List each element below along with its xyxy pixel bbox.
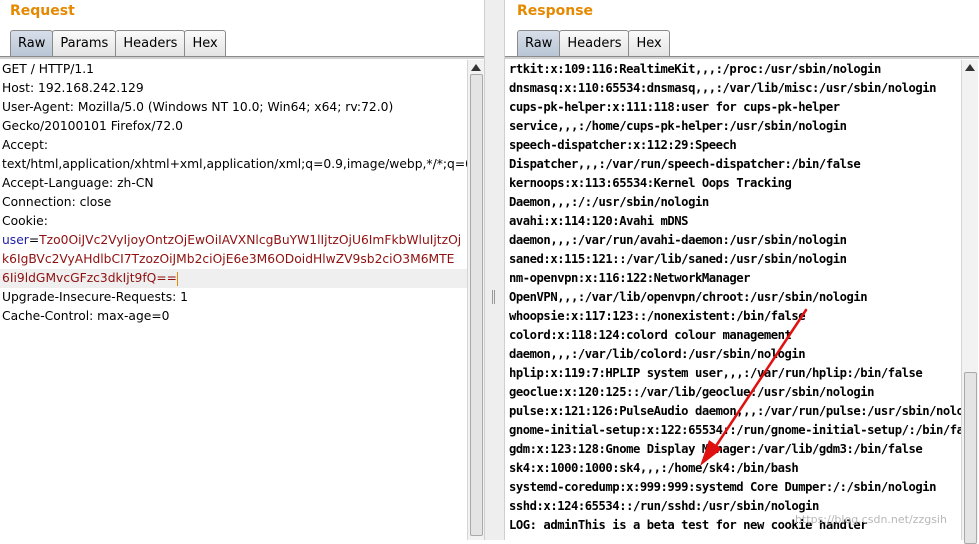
response-scrollbar[interactable] [961,60,978,544]
request-line: Host: 192.168.242.129 [2,81,144,95]
request-tab-hex[interactable]: Hex [184,30,226,56]
tab-divider [505,56,979,59]
response-line: Dispatcher,,,:/var/run/speech-dispatcher… [509,157,861,171]
response-line: nm-openvpn:x:116:122:NetworkManager [509,271,751,285]
scroll-up-icon[interactable] [965,64,975,71]
request-line: Cookie: [2,214,48,228]
response-line: rtkit:x:109:116:RealtimeKit,,,:/proc:/us… [509,62,881,76]
response-line: cups-pk-helper:x:111:118:user for cups-p… [509,100,840,114]
split-grip-icon[interactable] [492,290,495,304]
tab-divider [0,56,484,59]
request-line: Connection: close [2,195,112,209]
response-line: OpenVPN,,,:/var/lib/openvpn/chroot:/usr/… [509,290,868,304]
response-tab-headers[interactable]: Headers [559,30,630,56]
response-line: systemd-coredump:x:999:999:systemd Core … [509,480,937,494]
response-line: hplip:x:119:7:HPLIP system user,,,:/var/… [509,366,923,380]
response-editor[interactable]: rtkit:x:109:116:RealtimeKit,,,:/proc:/us… [505,60,961,540]
response-line: saned:x:115:121::/var/lib/saned:/usr/sbi… [509,252,847,266]
cookie-value: k6IgBVc2VyAHdlbCI7TzozOiJMb2ciOjE6e3M6OD… [2,252,455,266]
request-line: GET / HTTP/1.1 [2,62,94,76]
response-line: gnome-initial-setup:x:122:65534::/run/gn… [509,423,961,437]
response-line: service,,,:/home/cups-pk-helper:/usr/sbi… [509,119,847,133]
request-scrollbar[interactable] [467,60,484,540]
cookie-value: 6Ii9ldGMvcGFzc3dkIjt9fQ== [2,271,177,285]
response-line: daemon,,,:/var/run/avahi-daemon:/usr/sbi… [509,233,847,247]
cookie-line: k6IgBVc2VyAHdlbCI7TzozOiJMb2ciOjE6e3M6OD… [0,250,467,269]
response-line: avahi:x:114:120:Avahi mDNS [509,214,689,228]
request-line: Upgrade-Insecure-Requests: 1 [2,290,188,304]
request-tabs: Raw Params Headers Hex [10,30,226,57]
request-line: Cache-Control: max-age=0 [2,309,170,323]
response-line: geoclue:x:120:125::/var/lib/geoclue:/usr… [509,385,875,399]
watermark: https://blog.csdn.net/zzgsih [795,513,947,526]
request-pane: Request Raw Params Headers Hex GET / HTT… [0,0,484,540]
cookie-name: user [2,233,29,247]
split-divider[interactable] [484,0,505,540]
response-line: dnsmasq:x:110:65534:dnsmasq,,,:/var/lib/… [509,81,937,95]
response-line: Daemon,,,:/:/usr/sbin/nologin [509,195,709,209]
response-line: speech-dispatcher:x:112:29:Speech [509,138,737,152]
response-title: Response [517,3,594,19]
cookie-line-current: 6Ii9ldGMvcGFzc3dkIjt9fQ== [0,269,467,288]
request-tab-params[interactable]: Params [52,30,117,56]
response-tab-raw[interactable]: Raw [517,30,561,56]
response-line: pulse:x:121:126:PulseAudio daemon,,,:/va… [509,404,961,418]
cookie-line: user=Tzo0OiJVc2VyIjoyOntzOjEwOiIAVXNlcgB… [0,231,467,250]
text-caret [176,271,178,286]
response-line: daemon,,,:/var/lib/colord:/usr/sbin/nolo… [509,347,806,361]
request-line: text/html,application/xhtml+xml,applicat… [2,157,467,171]
response-scroll-thumb[interactable] [964,372,977,544]
request-title: Request [10,3,75,19]
cookie-equals: = [28,233,40,247]
request-line: Accept-Language: zh-CN [2,176,154,190]
request-editor[interactable]: GET / HTTP/1.1 Host: 192.168.242.129 Use… [0,60,467,540]
response-line: sk4:x:1000:1000:sk4,,,:/home/sk4:/bin/ba… [509,461,799,475]
response-line: whoopsie:x:117:123::/nonexistent:/bin/fa… [509,309,806,323]
response-pane: Response Raw Headers Hex rtkit:x:109:116… [505,0,979,544]
request-line: Accept: [2,138,49,152]
response-line: gdm:x:123:128:Gnome Display Manager:/var… [509,442,923,456]
request-scroll-thumb[interactable] [470,74,483,536]
request-line: User-Agent: Mozilla/5.0 (Windows NT 10.0… [2,100,394,114]
request-tab-headers[interactable]: Headers [115,30,186,56]
response-tab-hex[interactable]: Hex [628,30,670,56]
response-tabs: Raw Headers Hex [517,30,670,57]
scroll-up-icon[interactable] [471,64,481,71]
request-line: Gecko/20100101 Firefox/72.0 [2,119,183,133]
response-line: colord:x:118:124:colord colour managemen… [509,328,792,342]
request-tab-raw[interactable]: Raw [10,30,54,56]
response-line: kernoops:x:113:65534:Kernel Oops Trackin… [509,176,792,190]
cookie-value: Tzo0OiJVc2VyIjoyOntzOjEwOiIAVXNlcgBuYW1l… [39,233,462,247]
